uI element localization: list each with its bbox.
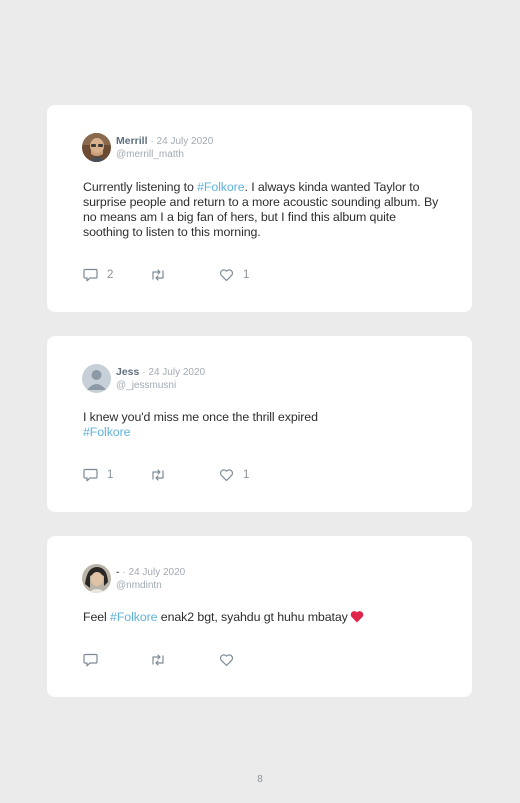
tweet-actions: 1 1 [83,467,383,483]
tweet-text-start: I knew you'd miss me once the thrill exp… [83,410,318,424]
tweet-text-start: Currently listening to [83,180,198,194]
tweet-date: · 24 July 2020 [142,367,206,378]
retweet-button[interactable] [150,267,175,283]
like-button[interactable] [219,652,243,668]
tweet-date: · 24 July 2020 [122,567,186,578]
hashtag-link[interactable]: #Folkore [83,425,131,439]
retweet-icon [150,653,166,667]
author-handle[interactable]: @_jessmusni [116,379,205,392]
reply-button[interactable] [83,652,107,668]
reply-button[interactable]: 1 [83,467,113,483]
retweet-icon [150,468,166,482]
tweet-text: Currently listening to #Folkore. I alway… [83,180,443,240]
retweet-button[interactable] [150,652,175,668]
heart-icon [219,468,234,482]
like-count: 1 [243,269,250,281]
tweet-text-end: enak2 bgt, syahdu gt huhu mbatay [157,610,348,624]
like-button[interactable]: 1 [219,467,249,483]
like-button[interactable]: 1 [219,267,249,283]
reply-icon [83,468,98,482]
heart-icon [219,268,234,282]
author-name[interactable]: - [116,566,120,578]
tweet-card: Jess · 24 July 2020 @_jessmusni I knew y… [47,336,472,512]
tweet-actions [83,652,383,668]
tweet-text: Feel #Folkore enak2 bgt, syahdu gt huhu … [83,610,443,627]
tweet-meta: Merrill · 24 July 2020 @merrill_matth [116,135,213,161]
red-heart-emoji [350,610,364,627]
retweet-button[interactable] [150,467,175,483]
avatar[interactable] [82,364,111,393]
reply-button[interactable]: 2 [83,267,113,283]
tweet-card: Merrill · 24 July 2020 @merrill_matth Cu… [47,105,472,312]
reply-icon [83,268,98,282]
hashtag-link[interactable]: #Folkore [110,610,158,624]
heart-icon [219,653,234,667]
author-name[interactable]: Merrill [116,135,148,147]
tweet-text: I knew you'd miss me once the thrill exp… [83,410,443,440]
reply-count: 1 [107,469,114,481]
tweet-card: - · 24 July 2020 @nmdintn Feel #Folkore … [47,536,472,697]
author-name[interactable]: Jess [116,366,139,378]
tweet-meta: Jess · 24 July 2020 @_jessmusni [116,366,205,392]
like-count: 1 [243,469,250,481]
tweet-text-start: Feel [83,610,111,624]
reply-count: 2 [107,269,114,281]
author-handle[interactable]: @nmdintn [116,579,185,592]
hashtag-link[interactable]: #Folkore [197,180,245,194]
reply-icon [83,653,98,667]
page-number: 8 [257,774,263,785]
avatar[interactable] [82,564,111,593]
avatar[interactable] [82,133,111,162]
tweet-date: · 24 July 2020 [150,136,214,147]
retweet-icon [150,268,166,282]
tweet-meta: - · 24 July 2020 @nmdintn [116,566,185,592]
author-handle[interactable]: @merrill_matth [116,148,213,161]
tweet-actions: 2 1 [83,267,383,283]
